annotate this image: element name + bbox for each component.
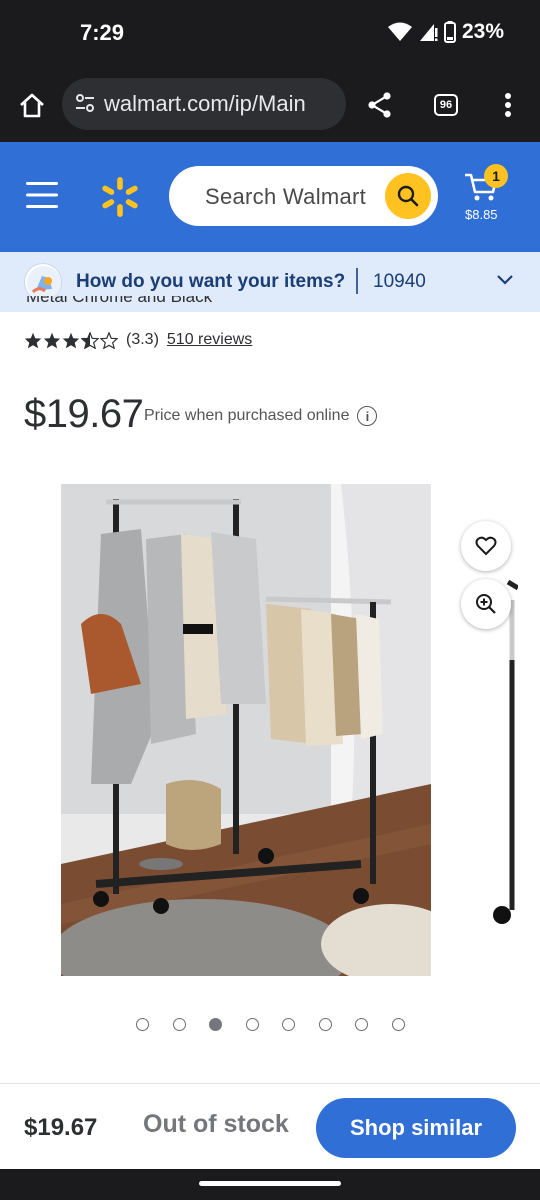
carousel-dot[interactable]: [209, 1018, 222, 1031]
star-half-icon: [81, 331, 99, 349]
star-full-icon: [24, 332, 42, 348]
wifi-icon: [387, 22, 412, 41]
url-text: walmart.com/ip/Main: [104, 91, 306, 116]
rating-row: (3.3) 510 reviews: [24, 331, 252, 349]
carousel-dot[interactable]: [318, 1018, 332, 1031]
clock: 7:29: [80, 20, 125, 45]
carousel-dot[interactable]: [282, 1018, 295, 1031]
price-note-text: Price when purchased online: [144, 407, 350, 424]
product-image[interactable]: [61, 484, 431, 976]
bottom-price: $19.67: [24, 1114, 98, 1141]
status-icons: 23%: [387, 20, 504, 44]
cart-total: $8.85: [465, 207, 498, 222]
info-icon[interactable]: i: [357, 406, 378, 426]
chevron-down-icon: [497, 275, 513, 285]
favorite-button[interactable]: [461, 521, 511, 571]
star-full-icon: [62, 332, 80, 348]
product-price: $19.67: [24, 392, 144, 436]
bottom-action-bar: $19.67 Out of stock Shop similar: [0, 1083, 540, 1169]
home-icon[interactable]: [18, 92, 46, 118]
search-button[interactable]: [385, 173, 431, 219]
battery-level: 23%: [461, 20, 504, 43]
shop-similar-button[interactable]: Shop similar: [316, 1098, 516, 1158]
signal-icon: [419, 24, 438, 41]
star-rating: [24, 331, 118, 349]
stock-status: Out of stock: [143, 1110, 289, 1138]
site-header: Search Walmart 1 $8.85: [0, 142, 540, 252]
carousel-dot[interactable]: [136, 1018, 149, 1031]
star-empty-icon: [100, 331, 118, 349]
site-settings-icon[interactable]: [74, 92, 96, 114]
tab-switcher-button[interactable]: 96: [434, 94, 458, 116]
heart-icon: [475, 536, 497, 556]
search-icon: [397, 185, 419, 207]
carousel-dot[interactable]: [355, 1018, 368, 1031]
zoom-button[interactable]: [461, 579, 511, 629]
zip-code: 10940: [373, 271, 426, 292]
more-menu-icon[interactable]: [504, 92, 512, 118]
search-input[interactable]: Search Walmart: [169, 166, 438, 226]
image-carousel-dots: [136, 1018, 405, 1031]
browser-toolbar: walmart.com/ip/Main 96: [0, 66, 540, 142]
carousel-dot[interactable]: [391, 1018, 405, 1031]
product-title: Metal Chrome and Black: [26, 296, 213, 306]
rating-value: (3.3): [126, 331, 159, 348]
carousel-dot[interactable]: [245, 1018, 259, 1031]
address-bar[interactable]: walmart.com/ip/Main: [62, 78, 346, 130]
divider: [356, 268, 358, 294]
reviews-link[interactable]: 510 reviews: [167, 331, 252, 349]
walmart-spark-logo[interactable]: [100, 176, 140, 218]
carousel-dot[interactable]: [172, 1018, 186, 1031]
cart-button[interactable]: 1 $8.85: [462, 164, 508, 224]
status-bar: 7:29 23%: [0, 0, 540, 66]
system-nav-bar: [0, 1169, 540, 1200]
fulfillment-question: How do you want your items?: [76, 271, 346, 292]
share-icon[interactable]: [366, 91, 394, 119]
zoom-in-icon: [476, 594, 496, 614]
cart-count-badge: 1: [484, 164, 508, 188]
battery-icon: [443, 21, 456, 43]
search-placeholder: Search Walmart: [205, 184, 367, 209]
price-note: Price when purchased online i: [144, 406, 378, 426]
star-full-icon: [43, 332, 61, 348]
home-gesture-bar[interactable]: [199, 1181, 341, 1186]
hamburger-menu-icon[interactable]: [26, 182, 58, 208]
